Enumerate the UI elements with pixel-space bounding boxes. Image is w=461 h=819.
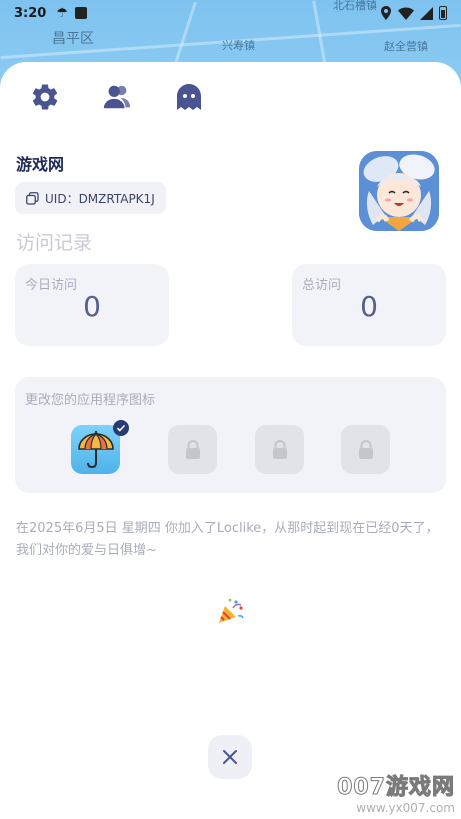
lock-icon	[358, 439, 373, 459]
avatar[interactable]	[359, 151, 439, 231]
status-time: 3:20	[14, 5, 47, 21]
map-label: 赵全营镇	[384, 40, 428, 53]
wifi-icon	[398, 7, 414, 20]
lock-icon	[272, 439, 287, 459]
watermark: 007游戏网 www.yx007.com	[337, 769, 455, 816]
locked-app-icon-option[interactable]	[255, 425, 304, 474]
uid-label: UID：DMZRTAPK1J	[45, 191, 155, 206]
lock-icon	[185, 439, 200, 459]
status-bar: 3:20 ☂	[0, 0, 461, 26]
battery-icon	[439, 6, 447, 20]
umbrella-app-icon-option[interactable]	[71, 425, 120, 474]
icon-picker-title: 更改您的应用程序图标	[25, 393, 156, 408]
selected-check-icon	[113, 420, 129, 436]
location-icon	[381, 6, 391, 20]
map-label: 兴寿镇	[222, 39, 255, 52]
users-icon[interactable]	[102, 82, 132, 112]
signal-icon	[420, 6, 433, 20]
app-status-icon	[75, 7, 87, 19]
close-button[interactable]	[208, 735, 252, 779]
close-icon	[223, 750, 237, 764]
today-visits-value: 0	[83, 290, 101, 323]
locked-app-icon-option[interactable]	[341, 425, 390, 474]
settings-gear-icon[interactable]	[30, 82, 60, 112]
total-visits-card: 总访问 0	[292, 264, 446, 346]
uid-copy-chip[interactable]: UID：DMZRTAPK1J	[15, 182, 166, 214]
app-name: 游戏网	[16, 155, 65, 174]
umbrella-status-icon: ☂	[56, 5, 68, 21]
join-date-message: 在2025年6月5日 星期四 你加入了Loclike，从那时起到现在已经0天了，…	[16, 521, 439, 558]
app-icon-picker: 更改您的应用程序图标	[15, 377, 446, 493]
ghost-icon[interactable]	[174, 82, 204, 112]
umbrella-icon	[77, 430, 114, 468]
today-visits-card: 今日访问 0	[15, 264, 169, 346]
visit-record-title: 访问记录	[16, 232, 93, 254]
copy-icon	[26, 191, 39, 205]
profile-sheet: 游戏网 UID：DMZRTAPK1J 访问记录 今日访问 0 总访问 0 更改您…	[0, 62, 461, 819]
locked-app-icon-option[interactable]	[168, 425, 217, 474]
total-visits-value: 0	[360, 290, 378, 323]
watermark-logo-text: 007游戏网	[337, 775, 455, 801]
watermark-url: www.yx007.com	[356, 801, 455, 815]
party-popper-icon	[216, 596, 246, 626]
map-label: 昌平区	[52, 31, 94, 47]
top-icon-bar	[30, 82, 204, 112]
